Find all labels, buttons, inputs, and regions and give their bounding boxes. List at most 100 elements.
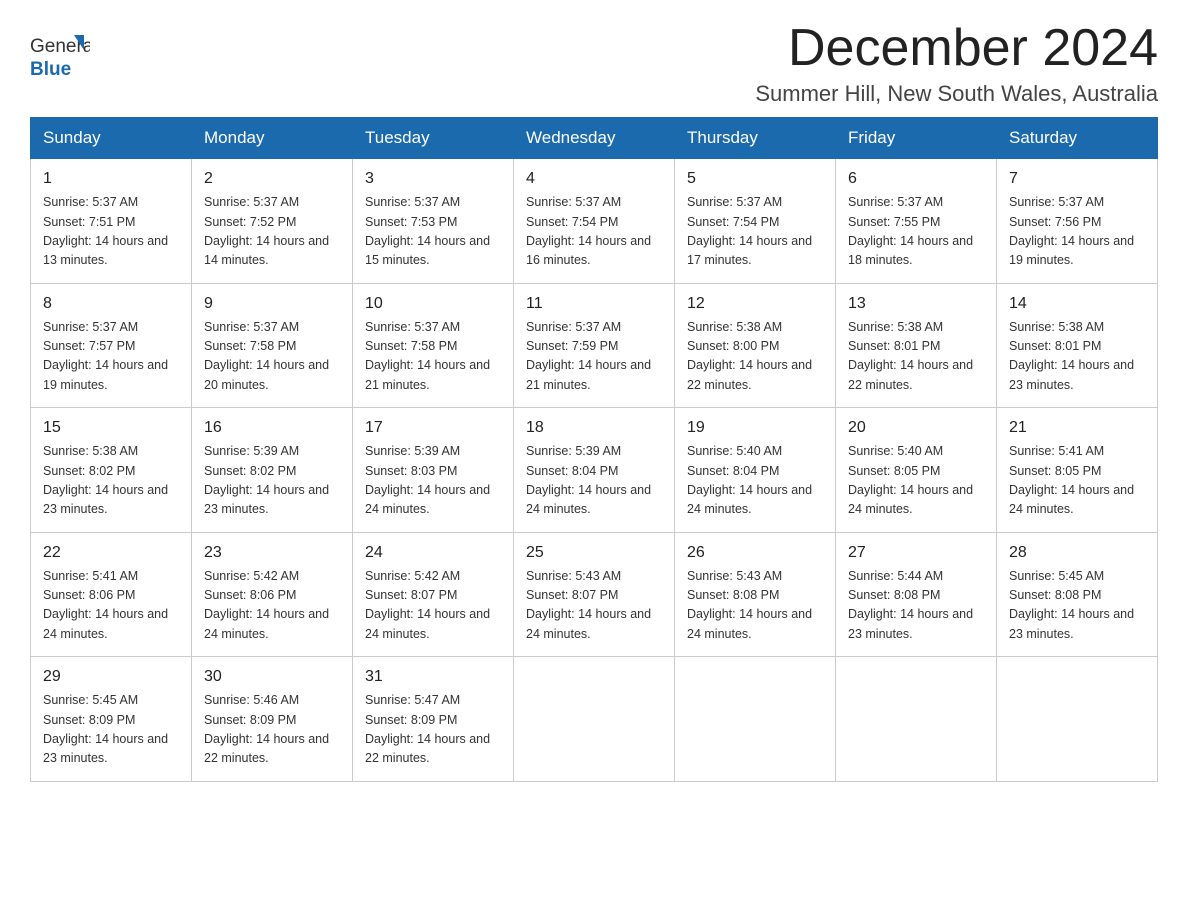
day-number: 1 — [43, 167, 179, 191]
day-number: 21 — [1009, 416, 1145, 440]
day-number: 22 — [43, 541, 179, 565]
day-info: Sunrise: 5:41 AMSunset: 8:06 PMDaylight:… — [43, 567, 179, 645]
day-info: Sunrise: 5:45 AMSunset: 8:08 PMDaylight:… — [1009, 567, 1145, 645]
calendar-cell: 2Sunrise: 5:37 AMSunset: 7:52 PMDaylight… — [192, 159, 353, 284]
calendar-cell — [514, 657, 675, 782]
calendar-week-row: 22Sunrise: 5:41 AMSunset: 8:06 PMDayligh… — [31, 532, 1158, 657]
calendar-cell: 9Sunrise: 5:37 AMSunset: 7:58 PMDaylight… — [192, 283, 353, 408]
calendar-week-row: 15Sunrise: 5:38 AMSunset: 8:02 PMDayligh… — [31, 408, 1158, 533]
day-number: 29 — [43, 665, 179, 689]
day-number: 13 — [848, 292, 984, 316]
calendar-cell: 31Sunrise: 5:47 AMSunset: 8:09 PMDayligh… — [353, 657, 514, 782]
calendar-week-row: 29Sunrise: 5:45 AMSunset: 8:09 PMDayligh… — [31, 657, 1158, 782]
day-info: Sunrise: 5:37 AMSunset: 7:51 PMDaylight:… — [43, 193, 179, 271]
column-header-wednesday: Wednesday — [514, 118, 675, 159]
day-number: 4 — [526, 167, 662, 191]
calendar-cell: 25Sunrise: 5:43 AMSunset: 8:07 PMDayligh… — [514, 532, 675, 657]
day-number: 26 — [687, 541, 823, 565]
day-info: Sunrise: 5:38 AMSunset: 8:02 PMDaylight:… — [43, 442, 179, 520]
day-info: Sunrise: 5:39 AMSunset: 8:04 PMDaylight:… — [526, 442, 662, 520]
logo-icon: General Blue — [30, 30, 90, 85]
day-info: Sunrise: 5:43 AMSunset: 8:08 PMDaylight:… — [687, 567, 823, 645]
calendar-week-row: 8Sunrise: 5:37 AMSunset: 7:57 PMDaylight… — [31, 283, 1158, 408]
logo: General Blue — [30, 30, 90, 85]
column-header-sunday: Sunday — [31, 118, 192, 159]
day-info: Sunrise: 5:37 AMSunset: 7:58 PMDaylight:… — [204, 318, 340, 396]
day-number: 25 — [526, 541, 662, 565]
day-number: 12 — [687, 292, 823, 316]
day-number: 27 — [848, 541, 984, 565]
day-info: Sunrise: 5:37 AMSunset: 7:58 PMDaylight:… — [365, 318, 501, 396]
column-header-saturday: Saturday — [997, 118, 1158, 159]
calendar-cell: 18Sunrise: 5:39 AMSunset: 8:04 PMDayligh… — [514, 408, 675, 533]
page-header: General Blue December 2024 Summer Hill, … — [30, 20, 1158, 107]
day-number: 7 — [1009, 167, 1145, 191]
day-number: 9 — [204, 292, 340, 316]
calendar-cell: 10Sunrise: 5:37 AMSunset: 7:58 PMDayligh… — [353, 283, 514, 408]
column-header-friday: Friday — [836, 118, 997, 159]
day-number: 8 — [43, 292, 179, 316]
day-number: 3 — [365, 167, 501, 191]
calendar-cell: 29Sunrise: 5:45 AMSunset: 8:09 PMDayligh… — [31, 657, 192, 782]
location-title: Summer Hill, New South Wales, Australia — [755, 81, 1158, 107]
day-number: 5 — [687, 167, 823, 191]
calendar-cell: 27Sunrise: 5:44 AMSunset: 8:08 PMDayligh… — [836, 532, 997, 657]
day-info: Sunrise: 5:37 AMSunset: 7:54 PMDaylight:… — [526, 193, 662, 271]
calendar-cell: 28Sunrise: 5:45 AMSunset: 8:08 PMDayligh… — [997, 532, 1158, 657]
day-number: 19 — [687, 416, 823, 440]
day-info: Sunrise: 5:37 AMSunset: 7:55 PMDaylight:… — [848, 193, 984, 271]
day-info: Sunrise: 5:39 AMSunset: 8:03 PMDaylight:… — [365, 442, 501, 520]
calendar-cell: 13Sunrise: 5:38 AMSunset: 8:01 PMDayligh… — [836, 283, 997, 408]
column-header-thursday: Thursday — [675, 118, 836, 159]
day-info: Sunrise: 5:37 AMSunset: 7:53 PMDaylight:… — [365, 193, 501, 271]
calendar-cell — [675, 657, 836, 782]
day-info: Sunrise: 5:41 AMSunset: 8:05 PMDaylight:… — [1009, 442, 1145, 520]
day-number: 28 — [1009, 541, 1145, 565]
day-number: 15 — [43, 416, 179, 440]
day-number: 10 — [365, 292, 501, 316]
svg-text:Blue: Blue — [30, 59, 71, 80]
day-info: Sunrise: 5:37 AMSunset: 7:52 PMDaylight:… — [204, 193, 340, 271]
calendar-cell: 12Sunrise: 5:38 AMSunset: 8:00 PMDayligh… — [675, 283, 836, 408]
day-number: 17 — [365, 416, 501, 440]
day-number: 2 — [204, 167, 340, 191]
day-info: Sunrise: 5:40 AMSunset: 8:05 PMDaylight:… — [848, 442, 984, 520]
day-number: 11 — [526, 292, 662, 316]
day-info: Sunrise: 5:39 AMSunset: 8:02 PMDaylight:… — [204, 442, 340, 520]
calendar-cell: 14Sunrise: 5:38 AMSunset: 8:01 PMDayligh… — [997, 283, 1158, 408]
day-info: Sunrise: 5:42 AMSunset: 8:07 PMDaylight:… — [365, 567, 501, 645]
day-number: 16 — [204, 416, 340, 440]
calendar-cell: 7Sunrise: 5:37 AMSunset: 7:56 PMDaylight… — [997, 159, 1158, 284]
calendar-cell: 26Sunrise: 5:43 AMSunset: 8:08 PMDayligh… — [675, 532, 836, 657]
day-info: Sunrise: 5:38 AMSunset: 8:00 PMDaylight:… — [687, 318, 823, 396]
day-info: Sunrise: 5:42 AMSunset: 8:06 PMDaylight:… — [204, 567, 340, 645]
day-info: Sunrise: 5:38 AMSunset: 8:01 PMDaylight:… — [848, 318, 984, 396]
column-header-tuesday: Tuesday — [353, 118, 514, 159]
day-info: Sunrise: 5:37 AMSunset: 7:57 PMDaylight:… — [43, 318, 179, 396]
day-number: 20 — [848, 416, 984, 440]
day-info: Sunrise: 5:40 AMSunset: 8:04 PMDaylight:… — [687, 442, 823, 520]
calendar-cell: 4Sunrise: 5:37 AMSunset: 7:54 PMDaylight… — [514, 159, 675, 284]
day-info: Sunrise: 5:43 AMSunset: 8:07 PMDaylight:… — [526, 567, 662, 645]
column-header-monday: Monday — [192, 118, 353, 159]
calendar-cell: 19Sunrise: 5:40 AMSunset: 8:04 PMDayligh… — [675, 408, 836, 533]
calendar-cell: 20Sunrise: 5:40 AMSunset: 8:05 PMDayligh… — [836, 408, 997, 533]
calendar-cell: 11Sunrise: 5:37 AMSunset: 7:59 PMDayligh… — [514, 283, 675, 408]
day-info: Sunrise: 5:46 AMSunset: 8:09 PMDaylight:… — [204, 691, 340, 769]
calendar-cell: 17Sunrise: 5:39 AMSunset: 8:03 PMDayligh… — [353, 408, 514, 533]
day-info: Sunrise: 5:38 AMSunset: 8:01 PMDaylight:… — [1009, 318, 1145, 396]
day-number: 31 — [365, 665, 501, 689]
calendar-cell: 3Sunrise: 5:37 AMSunset: 7:53 PMDaylight… — [353, 159, 514, 284]
calendar-cell: 22Sunrise: 5:41 AMSunset: 8:06 PMDayligh… — [31, 532, 192, 657]
calendar-header-row: SundayMondayTuesdayWednesdayThursdayFrid… — [31, 118, 1158, 159]
calendar-cell: 30Sunrise: 5:46 AMSunset: 8:09 PMDayligh… — [192, 657, 353, 782]
day-info: Sunrise: 5:37 AMSunset: 7:59 PMDaylight:… — [526, 318, 662, 396]
day-number: 14 — [1009, 292, 1145, 316]
month-title: December 2024 — [755, 20, 1158, 77]
calendar-cell: 6Sunrise: 5:37 AMSunset: 7:55 PMDaylight… — [836, 159, 997, 284]
title-area: December 2024 Summer Hill, New South Wal… — [755, 20, 1158, 107]
day-number: 18 — [526, 416, 662, 440]
day-info: Sunrise: 5:47 AMSunset: 8:09 PMDaylight:… — [365, 691, 501, 769]
calendar-cell: 5Sunrise: 5:37 AMSunset: 7:54 PMDaylight… — [675, 159, 836, 284]
day-info: Sunrise: 5:37 AMSunset: 7:54 PMDaylight:… — [687, 193, 823, 271]
